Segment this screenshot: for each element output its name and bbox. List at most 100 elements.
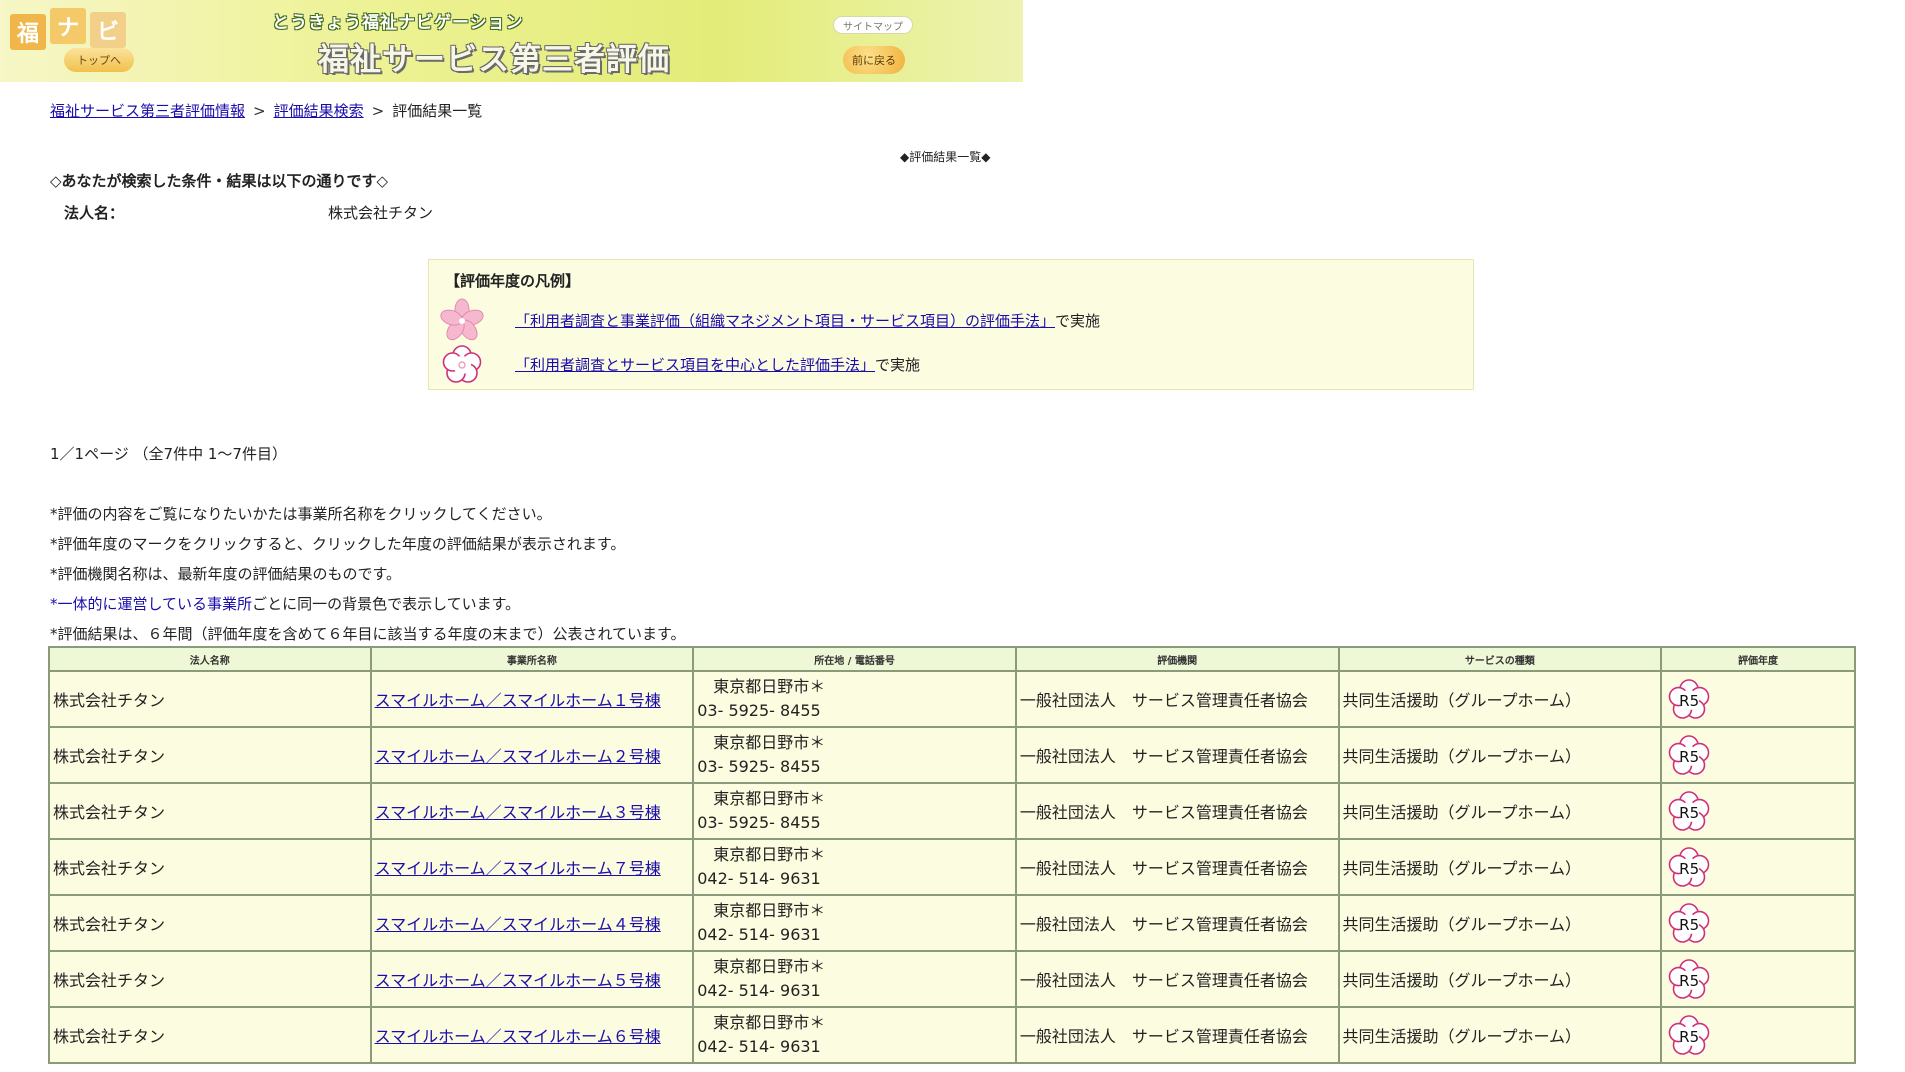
cell-year: R5 [1660, 950, 1856, 1008]
cell-org: 一般社団法人 サービス管理責任者協会 [1014, 1006, 1340, 1064]
paging-info: 1／1ページ （全7件中 1～7件目） [50, 445, 287, 463]
cell-address: 東京都日野市＊ 03- 5925- 8455 [692, 726, 1017, 784]
logo-char-3: ビ [90, 12, 126, 48]
table-row: 株式会社チタン スマイルホーム／スマイルホーム５号棟 東京都日野市＊ 042- 514… [48, 950, 1856, 1008]
cell-service: 共同生活援助（グループホーム） [1337, 782, 1663, 840]
note-4-link: 一体的に運営している事業所 [57, 595, 253, 613]
breadcrumb-link-info[interactable]: 福祉サービス第三者評価情報 [50, 102, 245, 120]
note-4-prefix: * [50, 595, 58, 613]
address-text: 東京都日野市＊ [713, 677, 826, 696]
year-mark-button[interactable]: R5 [1665, 1012, 1713, 1058]
phone-text: 042- 514- 9631 [697, 981, 821, 1000]
cell-service: 共同生活援助（グループホーム） [1337, 838, 1663, 896]
cell-office: スマイルホーム／スマイルホーム５号棟 [369, 950, 695, 1008]
legend-title: 【評価年度の凡例】 [445, 272, 581, 290]
cell-office: スマイルホーム／スマイルホーム４号棟 [369, 894, 695, 952]
corp-name-label: 法人名： [64, 204, 125, 222]
col-header-year: 評価年度 [1660, 646, 1856, 672]
cell-office: スマイルホーム／スマイルホーム２号棟 [369, 726, 695, 784]
cell-address: 東京都日野市＊ 042- 514- 9631 [692, 894, 1017, 952]
note-5: *評価結果は、６年間（評価年度を含めて６年目に該当する年度の末まで）公表されてい… [50, 625, 686, 643]
legend-item-full: 「利用者調査と事業評価（組織マネジメント項目・サービス項目）の評価手法」で実施 [439, 298, 1100, 342]
cell-org: 一般社団法人 サービス管理責任者協会 [1014, 950, 1340, 1008]
breadcrumb-separator: > [371, 102, 385, 120]
year-mark-button[interactable]: R5 [1665, 844, 1713, 890]
table-row: 株式会社チタン スマイルホーム／スマイルホーム３号棟 東京都日野市＊ 03- 5925… [48, 782, 1856, 840]
results-table: 法人名称 事業所名称 所在地 / 電話番号 評価機関 サービスの種類 評価年度 … [48, 646, 1856, 1064]
cell-office: スマイルホーム／スマイルホーム６号棟 [369, 1006, 695, 1064]
page-marker: ◆評価結果一覧◆ [900, 150, 991, 164]
cell-org: 一般社団法人 サービス管理責任者協会 [1014, 726, 1340, 784]
year-label: R5 [1679, 804, 1700, 822]
address-text: 東京都日野市＊ [713, 845, 826, 864]
address-text: 東京都日野市＊ [713, 789, 826, 808]
breadcrumb-link-search[interactable]: 評価結果検索 [274, 102, 364, 120]
table-row: 株式会社チタン スマイルホーム／スマイルホーム７号棟 東京都日野市＊ 042- 514… [48, 838, 1856, 896]
conditions-heading: ◇あなたが検索した条件・結果は以下の通りです◇ [50, 172, 389, 190]
phone-text: 042- 514- 9631 [697, 869, 821, 888]
year-mark-button[interactable]: R5 [1665, 900, 1713, 946]
cell-org: 一般社団法人 サービス管理責任者協会 [1014, 894, 1340, 952]
year-legend-box: 【評価年度の凡例】 「利用者調査と事業評価（組織マネジメント項目・サービス項目）… [428, 259, 1474, 390]
col-header-service: サービスの種類 [1337, 646, 1663, 672]
logo-char-1: 福 [10, 14, 46, 50]
note-4: *一体的に運営している事業所ごとに同一の背景色で表示しています。 [50, 589, 686, 619]
address-text: 東京都日野市＊ [713, 1013, 826, 1032]
corp-name-value: 株式会社チタン [328, 204, 434, 222]
table-row: 株式会社チタン スマイルホーム／スマイルホーム６号棟 東京都日野市＊ 042- 514… [48, 1006, 1856, 1064]
legend-item-service: 「利用者調査とサービス項目を中心とした評価手法」で実施 [439, 342, 920, 386]
note-3: *評価機関名称は、最新年度の評価結果のものです。 [50, 565, 402, 583]
phone-text: 042- 514- 9631 [697, 1037, 821, 1056]
phone-text: 042- 514- 9631 [697, 925, 821, 944]
fukunavi-logo[interactable]: 福 ナ ビ トップへ [6, 4, 134, 74]
office-link[interactable]: スマイルホーム／スマイルホーム７号棟 [375, 859, 661, 878]
cell-address: 東京都日野市＊ 042- 514- 9631 [692, 950, 1017, 1008]
legend-suffix: で実施 [875, 355, 921, 374]
table-row: 株式会社チタン スマイルホーム／スマイルホーム４号棟 東京都日野市＊ 042- 514… [48, 894, 1856, 952]
cell-corp: 株式会社チタン [48, 670, 372, 728]
cell-year: R5 [1660, 782, 1856, 840]
phone-text: 03- 5925- 8455 [697, 813, 821, 832]
sakura-filled-icon [440, 298, 484, 341]
cell-year: R5 [1660, 670, 1856, 728]
sitemap-button[interactable]: サイトマップ [833, 16, 913, 34]
office-link[interactable]: スマイルホーム／スマイルホーム４号棟 [375, 915, 661, 934]
cell-year: R5 [1660, 1006, 1856, 1064]
year-mark-button[interactable]: R5 [1665, 788, 1713, 834]
legend-link-full[interactable]: 「利用者調査と事業評価（組織マネジメント項目・サービス項目）の評価手法」 [515, 312, 1055, 330]
office-link[interactable]: スマイルホーム／スマイルホーム５号棟 [375, 971, 661, 990]
cell-service: 共同生活援助（グループホーム） [1337, 950, 1663, 1008]
notes-block: *評価の内容をご覧になりたいかたは事業所名称をクリックしてください。 *評価年度… [50, 499, 686, 649]
cell-corp: 株式会社チタン [48, 894, 372, 952]
note-1: *評価の内容をご覧になりたいかたは事業所名称をクリックしてください。 [50, 505, 552, 523]
cell-service: 共同生活援助（グループホーム） [1337, 670, 1663, 728]
legend-link-service[interactable]: 「利用者調査とサービス項目を中心とした評価手法」 [515, 356, 875, 374]
year-mark-button[interactable]: R5 [1665, 676, 1713, 722]
cell-corp: 株式会社チタン [48, 950, 372, 1008]
address-text: 東京都日野市＊ [713, 733, 826, 752]
year-mark-button[interactable]: R5 [1665, 956, 1713, 1002]
back-button[interactable]: 前に戻る [843, 46, 905, 74]
year-mark-button[interactable]: R5 [1665, 732, 1713, 778]
year-label: R5 [1679, 748, 1700, 766]
office-link[interactable]: スマイルホーム／スマイルホーム２号棟 [375, 747, 661, 766]
office-link[interactable]: スマイルホーム／スマイルホーム３号棟 [375, 803, 661, 822]
address-text: 東京都日野市＊ [713, 901, 826, 920]
table-header-row: 法人名称 事業所名称 所在地 / 電話番号 評価機関 サービスの種類 評価年度 [48, 646, 1856, 672]
office-link[interactable]: スマイルホーム／スマイルホーム１号棟 [375, 691, 661, 710]
cell-address: 東京都日野市＊ 042- 514- 9631 [692, 1006, 1017, 1064]
cell-year: R5 [1660, 838, 1856, 896]
breadcrumb-current: 評価結果一覧 [392, 102, 483, 120]
address-text: 東京都日野市＊ [713, 957, 826, 976]
cell-org: 一般社団法人 サービス管理責任者協会 [1014, 838, 1340, 896]
cell-office: スマイルホーム／スマイルホーム１号棟 [369, 670, 695, 728]
cell-service: 共同生活援助（グループホーム） [1337, 894, 1663, 952]
table-row: 株式会社チタン スマイルホーム／スマイルホーム１号棟 東京都日野市＊ 03- 5925… [48, 670, 1856, 728]
office-link[interactable]: スマイルホーム／スマイルホーム６号棟 [375, 1027, 661, 1046]
note-2: *評価年度のマークをクリックすると、クリックした年度の評価結果が表示されます。 [50, 535, 626, 553]
col-header-office: 事業所名称 [369, 646, 695, 672]
top-page-button[interactable]: トップへ [64, 48, 134, 72]
year-label: R5 [1679, 916, 1700, 934]
phone-text: 03- 5925- 8455 [697, 701, 821, 720]
col-header-corp: 法人名称 [48, 646, 372, 672]
